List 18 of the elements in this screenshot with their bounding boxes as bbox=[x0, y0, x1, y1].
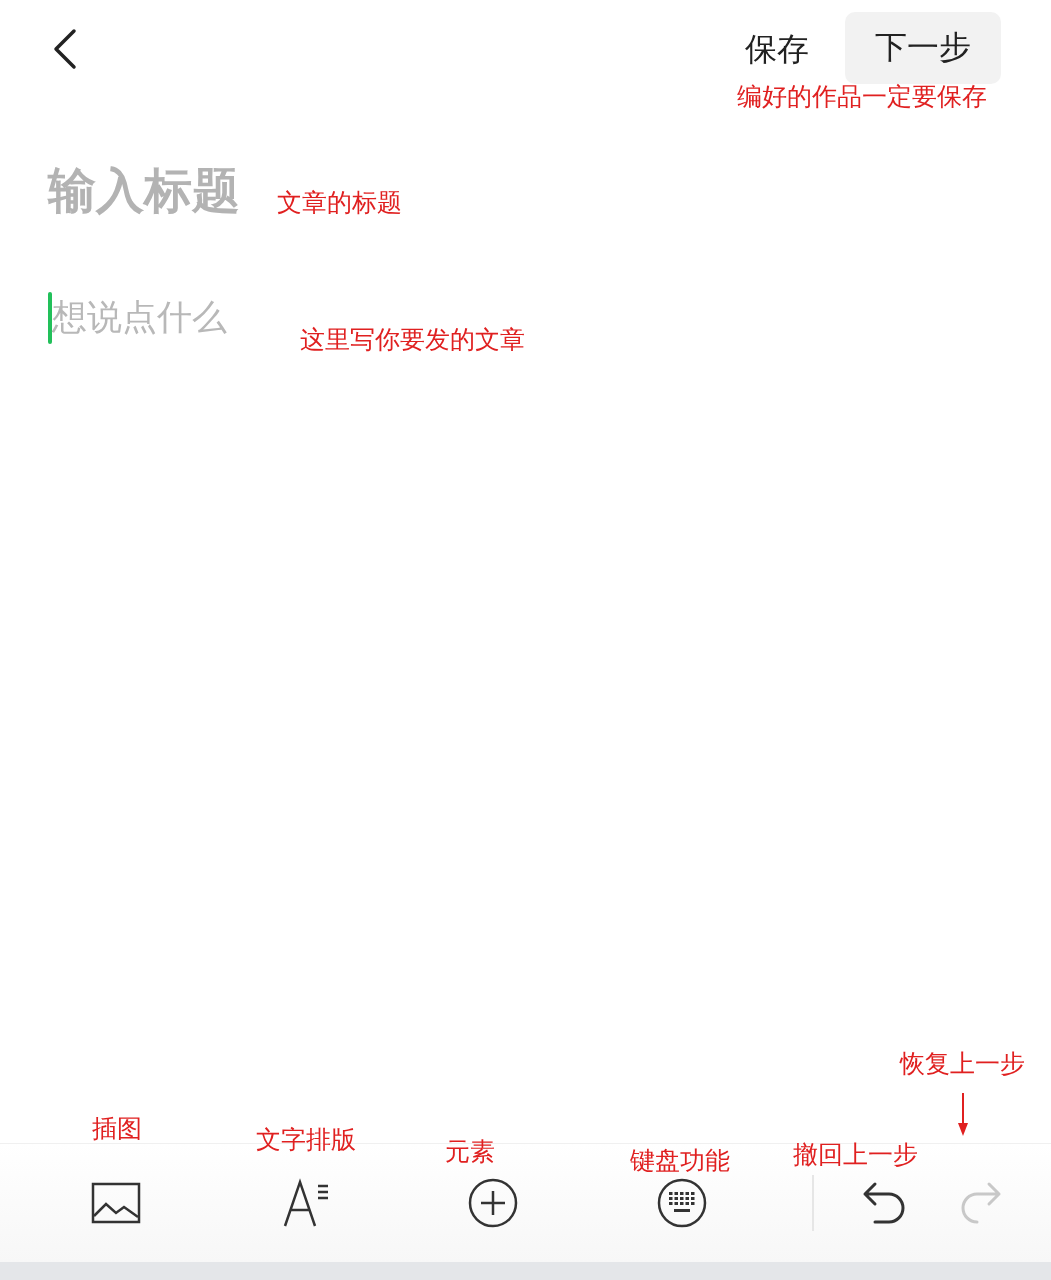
annotation-label: 撤回上一步 bbox=[793, 1139, 918, 1171]
annotation-label: 文字排版 bbox=[256, 1124, 356, 1156]
annotation-label: 插图 bbox=[92, 1113, 142, 1145]
add-button[interactable] bbox=[468, 1178, 518, 1228]
next-button[interactable]: 下一步 bbox=[845, 12, 1001, 84]
annotation-label: 恢复上一步 bbox=[900, 1048, 1025, 1080]
annotation-label: 键盘功能 bbox=[630, 1145, 730, 1177]
annotation-label: 文章的标题 bbox=[277, 187, 402, 219]
annotation-label: 这里写你要发的文章 bbox=[300, 324, 525, 356]
keyboard-button[interactable] bbox=[657, 1178, 707, 1228]
save-button[interactable]: 保存 bbox=[731, 18, 823, 82]
keyboard-icon bbox=[657, 1178, 707, 1228]
annotation-label: 编好的作品一定要保存 bbox=[737, 81, 987, 113]
undo-icon bbox=[861, 1180, 907, 1226]
annotation-label: 元素 bbox=[445, 1136, 495, 1168]
add-icon bbox=[468, 1178, 518, 1228]
image-icon bbox=[91, 1182, 141, 1224]
down-arrow bbox=[957, 1093, 969, 1137]
